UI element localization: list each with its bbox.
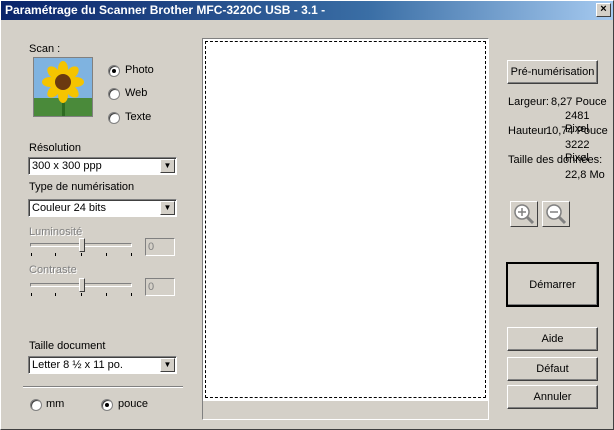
slider-tick: [31, 253, 32, 256]
doc-size-value: Letter 8 ½ x 11 po.: [32, 359, 123, 371]
divider: [23, 386, 183, 388]
slider-tick: [131, 253, 132, 256]
scan-type-select[interactable]: Couleur 24 bits ▼: [28, 199, 177, 217]
scan-type-label: Type de numérisation: [29, 181, 135, 193]
unit-inch-label[interactable]: pouce: [118, 398, 148, 410]
scan-area-marquee[interactable]: [205, 41, 486, 398]
contrast-value[interactable]: 0: [145, 278, 175, 296]
data-size-label: Taille des données:: [508, 154, 603, 166]
unit-mm-label[interactable]: mm: [46, 398, 64, 410]
slider-tick: [55, 253, 56, 256]
chevron-down-icon[interactable]: ▼: [160, 201, 175, 215]
sunflower-icon: [34, 58, 92, 116]
resolution-label: Résolution: [29, 142, 81, 154]
brightness-value[interactable]: 0: [145, 238, 175, 256]
scanner-settings-window: Paramétrage du Scanner Brother MFC-3220C…: [0, 0, 614, 430]
resolution-select[interactable]: 300 x 300 ppp ▼: [28, 157, 177, 175]
window-title: Paramétrage du Scanner Brother MFC-3220C…: [5, 3, 326, 17]
slider-tick: [31, 293, 32, 296]
photo-thumbnail: [33, 57, 93, 117]
slider-tick: [81, 253, 82, 256]
title-bar[interactable]: Paramétrage du Scanner Brother MFC-3220C…: [1, 1, 613, 20]
close-button[interactable]: ×: [596, 3, 611, 17]
scan-photo-radio[interactable]: [108, 65, 120, 77]
width-value: 8,27 Pouce: [551, 96, 607, 108]
chevron-down-icon[interactable]: ▼: [160, 358, 175, 372]
preview-area[interactable]: [202, 38, 489, 420]
zoom-out-button[interactable]: [542, 201, 570, 227]
slider-tick: [106, 253, 107, 256]
zoom-in-icon: [514, 204, 535, 225]
brightness-label: Luminosité: [29, 226, 83, 238]
data-size-value: 22,8 Mo: [565, 169, 605, 181]
prescan-button[interactable]: Pré-numérisation: [507, 60, 598, 84]
width-label: Largeur:: [508, 96, 549, 108]
help-button[interactable]: Aide: [507, 327, 598, 351]
doc-size-label: Taille document: [29, 340, 106, 352]
default-button[interactable]: Défaut: [507, 357, 598, 381]
slider-tick: [81, 293, 82, 296]
brightness-slider-thumb[interactable]: [79, 238, 85, 252]
close-icon: ×: [600, 3, 607, 15]
preview-bottom-band: [203, 401, 488, 419]
contrast-label: Contraste: [29, 264, 77, 276]
zoom-out-icon: [546, 204, 567, 225]
slider-tick: [55, 293, 56, 296]
scan-web-label[interactable]: Web: [125, 87, 147, 99]
resolution-value: 300 x 300 ppp: [32, 160, 102, 172]
scan-label: Scan :: [29, 43, 61, 55]
contrast-slider-thumb[interactable]: [79, 278, 85, 292]
scan-web-radio[interactable]: [108, 88, 120, 100]
scan-text-label[interactable]: Texte: [125, 111, 151, 123]
start-button[interactable]: Démarrer: [506, 262, 599, 307]
slider-tick: [131, 293, 132, 296]
chevron-down-icon[interactable]: ▼: [160, 159, 175, 173]
unit-mm-radio[interactable]: [30, 399, 42, 411]
unit-inch-radio[interactable]: [101, 399, 113, 411]
scan-type-value: Couleur 24 bits: [32, 202, 106, 214]
scan-text-radio[interactable]: [108, 112, 120, 124]
slider-tick: [106, 293, 107, 296]
scan-photo-label[interactable]: Photo: [125, 64, 154, 76]
zoom-in-button[interactable]: [510, 201, 538, 227]
cancel-button[interactable]: Annuler: [507, 385, 598, 409]
height-value: 10,74 Pouce: [546, 125, 608, 137]
doc-size-select[interactable]: Letter 8 ½ x 11 po. ▼: [28, 356, 177, 374]
height-label: Hauteur: [508, 125, 548, 137]
